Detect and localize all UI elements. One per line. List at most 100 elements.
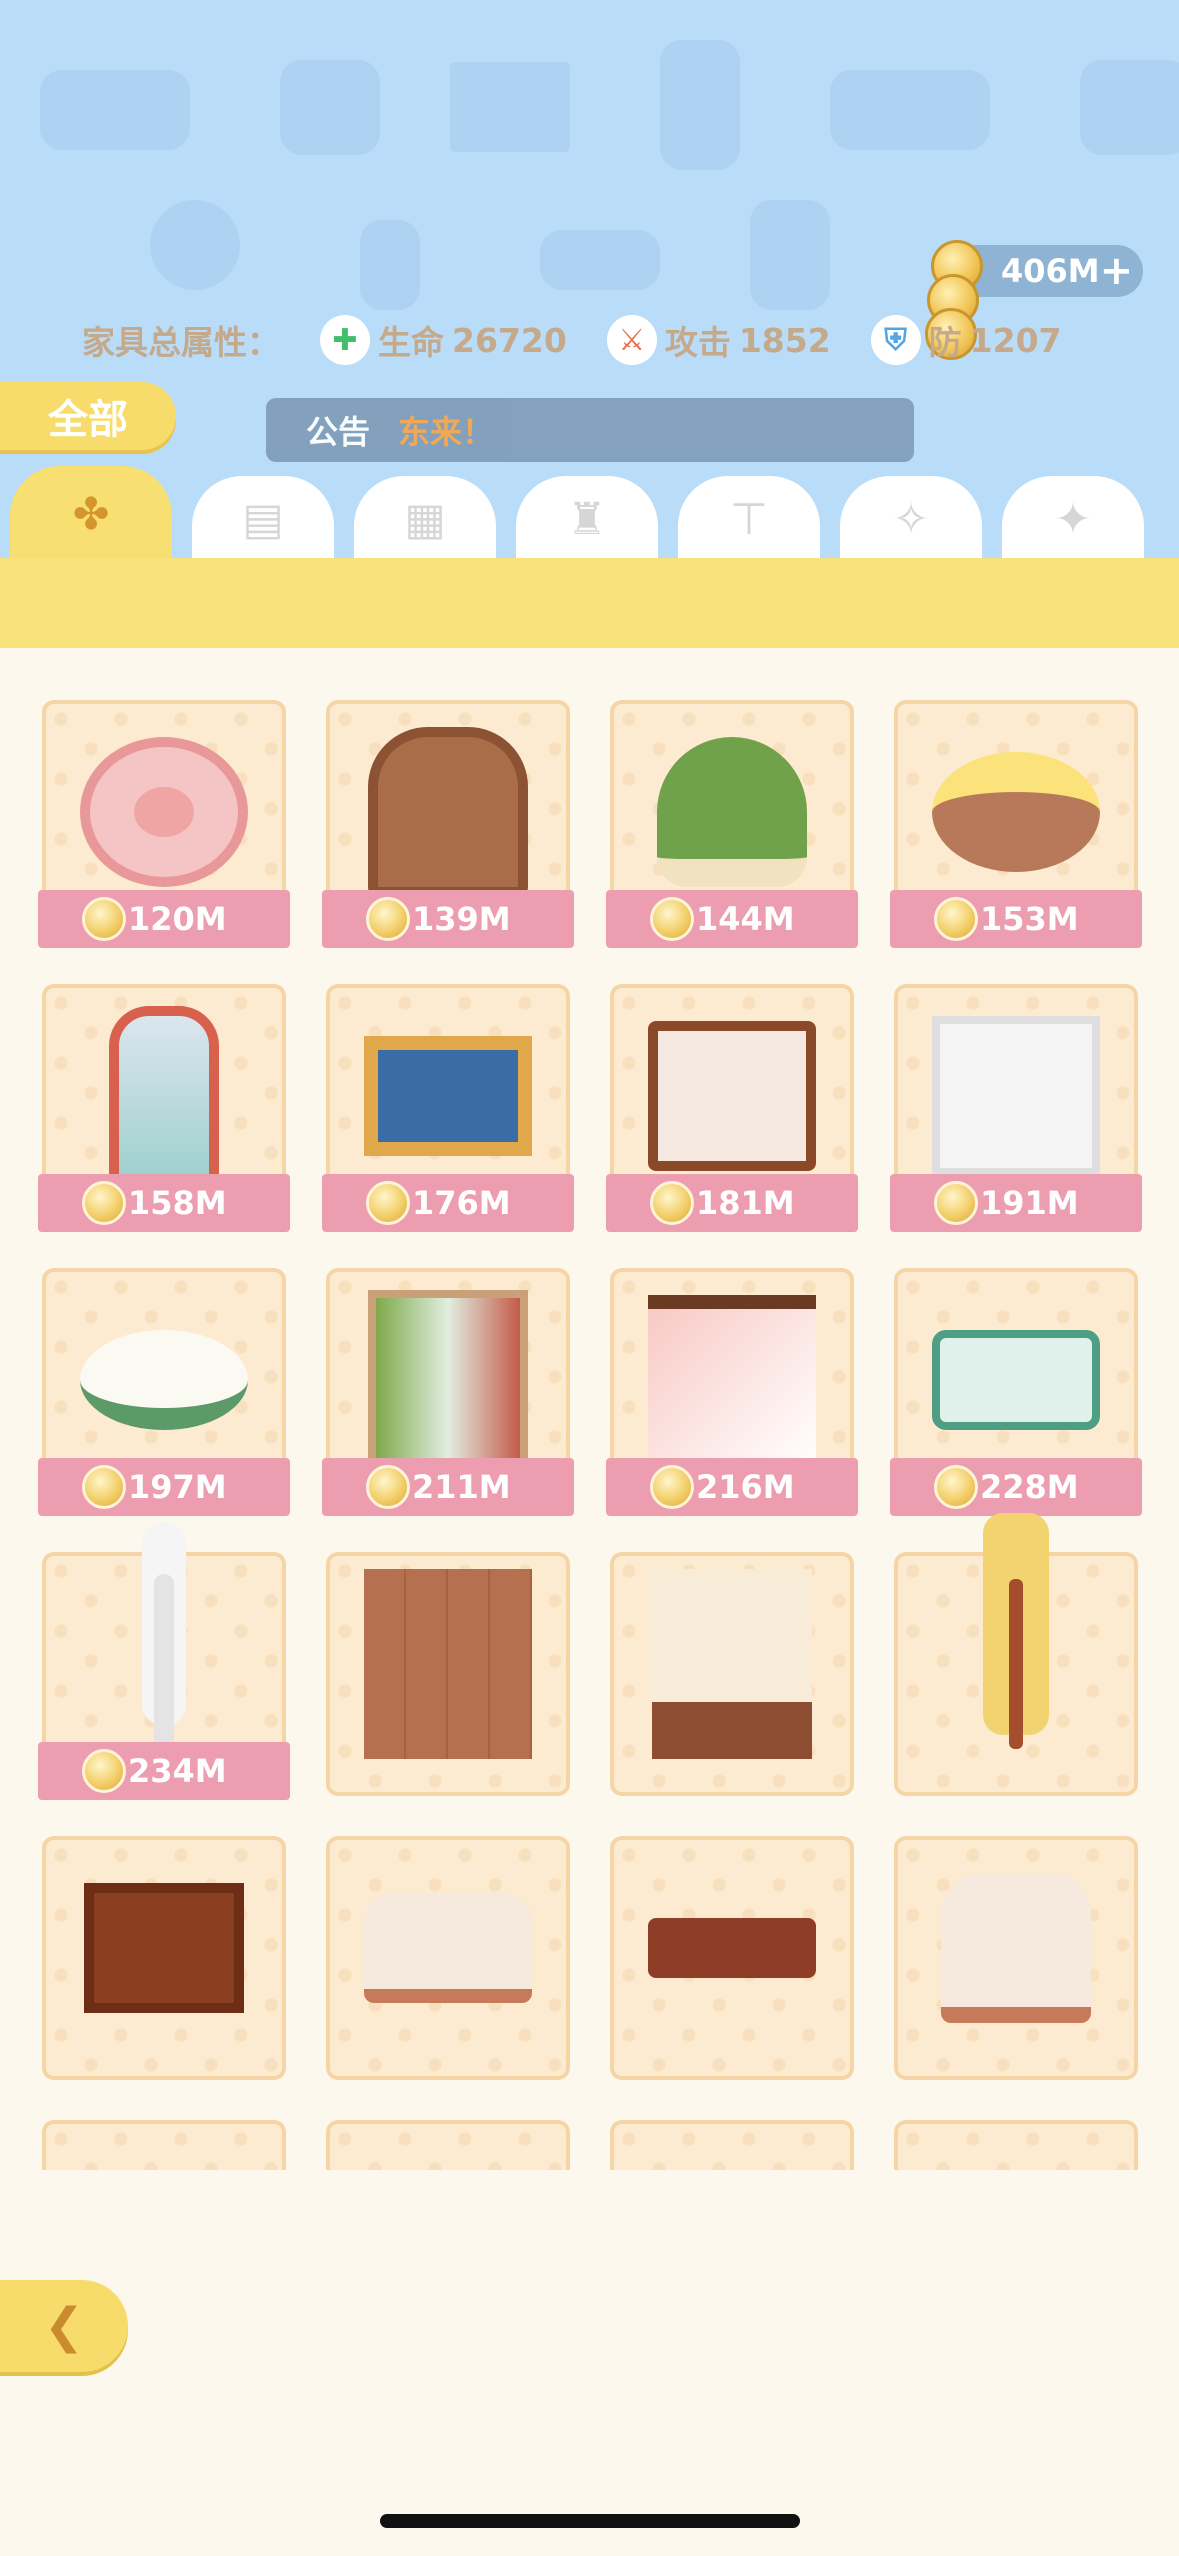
furniture-card[interactable] bbox=[890, 2120, 1142, 2170]
bg-table-silhouette bbox=[540, 230, 660, 290]
price-tag: 144M bbox=[606, 890, 858, 948]
coin-icon bbox=[366, 1465, 410, 1509]
bg-mirror-silhouette bbox=[660, 40, 740, 170]
price-value: 211M bbox=[412, 1468, 511, 1506]
furniture-image bbox=[364, 727, 532, 897]
furniture-image bbox=[932, 1012, 1100, 1180]
bg-rocking-chair-silhouette bbox=[750, 200, 830, 310]
tab-floor[interactable]: ▦ bbox=[354, 476, 496, 560]
furniture-card[interactable]: 211M bbox=[322, 1268, 574, 1522]
furniture-card[interactable]: 216M bbox=[606, 1268, 858, 1522]
back-arrow-icon: ❮ bbox=[43, 2298, 85, 2354]
furniture-card[interactable]: 120M bbox=[38, 700, 290, 954]
lamp-icon: ♜ bbox=[567, 493, 607, 545]
furniture-card[interactable] bbox=[38, 2120, 290, 2170]
back-button[interactable]: ❮ bbox=[0, 2280, 128, 2372]
furniture-card[interactable] bbox=[38, 1836, 290, 2090]
price-tag: 216M bbox=[606, 1458, 858, 1516]
furniture-card[interactable]: 139M bbox=[322, 700, 574, 954]
price-value: 197M bbox=[128, 1468, 227, 1506]
window-art bbox=[932, 1016, 1100, 1176]
sofa-art bbox=[364, 1893, 532, 2003]
price-tag: 234M bbox=[38, 1742, 290, 1800]
price-value: 181M bbox=[696, 1184, 795, 1222]
attribute-defense-name: 防 bbox=[928, 323, 962, 362]
furniture-card[interactable]: 158M bbox=[38, 984, 290, 1238]
coin-icon bbox=[934, 1465, 978, 1509]
furniture-card[interactable] bbox=[606, 1552, 858, 1806]
bg-fan-silhouette bbox=[150, 200, 240, 290]
furniture-card[interactable] bbox=[890, 1836, 1142, 2090]
price-value: 216M bbox=[696, 1468, 795, 1506]
furniture-card[interactable]: 191M bbox=[890, 984, 1142, 1238]
furniture-card[interactable]: 234M bbox=[38, 1552, 290, 1806]
table-art bbox=[648, 1918, 816, 1978]
attributes-label: 家具总属性： bbox=[82, 323, 280, 362]
furniture-card[interactable]: 176M bbox=[322, 984, 574, 1238]
furniture-card[interactable]: 228M bbox=[890, 1268, 1142, 1522]
tab-special[interactable]: ✦ bbox=[1002, 476, 1144, 560]
stand-lamp-art bbox=[1009, 1579, 1023, 1749]
furniture-image bbox=[80, 1864, 248, 2032]
price-value: 144M bbox=[696, 900, 795, 938]
furniture-image bbox=[648, 1012, 816, 1180]
attribute-hp-name: 生命 bbox=[378, 323, 444, 362]
tab-table[interactable]: ⊤ bbox=[678, 476, 820, 560]
lamp-art bbox=[154, 1574, 174, 1754]
tab-content-band bbox=[0, 558, 1179, 648]
furniture-image bbox=[648, 1569, 816, 1759]
furniture-image bbox=[932, 2148, 1100, 2170]
bg-sofa-silhouette bbox=[830, 70, 990, 150]
furniture-attributes: 家具总属性： ✚ 生命 26720 ⚔ 攻击 1852 ⛨ 防 1207 bbox=[82, 310, 1062, 370]
filter-all-button[interactable]: 全部 bbox=[0, 382, 176, 450]
furniture-card[interactable]: 197M bbox=[38, 1268, 290, 1522]
tab-all[interactable]: ✤ bbox=[10, 466, 172, 560]
price-tag: 228M bbox=[890, 1458, 1142, 1516]
price-value: 139M bbox=[412, 900, 511, 938]
furniture-image bbox=[648, 1864, 816, 2032]
tab-wallpaper[interactable]: ▤ bbox=[192, 476, 334, 560]
fireplace-art bbox=[84, 1883, 244, 2013]
category-tabs: ✤ ▤ ▦ ♜ ⊤ ✧ ✦ bbox=[10, 466, 1144, 560]
coin-icon bbox=[934, 1181, 978, 1225]
furniture-card[interactable] bbox=[606, 1836, 858, 2090]
bg-lamp-silhouette bbox=[360, 220, 420, 310]
furniture-card[interactable] bbox=[322, 1836, 574, 2090]
furniture-image bbox=[932, 728, 1100, 896]
notice-message: 东来！ bbox=[398, 413, 495, 451]
clover-icon: ✤ bbox=[72, 488, 110, 540]
furniture-image bbox=[932, 1579, 1100, 1749]
furniture-card[interactable] bbox=[322, 2120, 574, 2170]
furniture-card[interactable] bbox=[322, 1552, 574, 1806]
coin-icon bbox=[650, 1465, 694, 1509]
coin-icon bbox=[650, 1181, 694, 1225]
bg-frame-silhouette bbox=[450, 62, 570, 152]
header-banner: 406M + 家具总属性： ✚ 生命 26720 ⚔ 攻击 1852 ⛨ 防 1… bbox=[0, 0, 1179, 560]
furniture-image bbox=[648, 728, 816, 896]
price-tag: 181M bbox=[606, 1174, 858, 1232]
price-value: 158M bbox=[128, 1184, 227, 1222]
sparkle-icon: ✦ bbox=[1054, 493, 1092, 545]
coin-icon bbox=[82, 897, 126, 941]
sword-icon: ⚔ bbox=[606, 315, 657, 365]
wallpaper-icon: ▤ bbox=[242, 493, 284, 545]
furniture-card[interactable]: 181M bbox=[606, 984, 858, 1238]
tab-lamp[interactable]: ♜ bbox=[516, 476, 658, 560]
furniture-grid-scroll[interactable]: 120M 139M 144M 153M 158M 176M 181M 191M 197M 211M… bbox=[0, 690, 1179, 2170]
furniture-card[interactable]: 153M bbox=[890, 700, 1142, 954]
bed-round-art bbox=[932, 752, 1100, 872]
furniture-image bbox=[932, 1296, 1100, 1464]
cushion-art bbox=[80, 1330, 248, 1430]
furniture-image bbox=[364, 1012, 532, 1180]
price-value: 120M bbox=[128, 900, 227, 938]
furniture-card[interactable] bbox=[606, 2120, 858, 2170]
price-value: 228M bbox=[980, 1468, 1079, 1506]
furniture-card[interactable]: 144M bbox=[606, 700, 858, 954]
kimono-art bbox=[648, 1295, 816, 1465]
add-currency-button[interactable]: + bbox=[1100, 251, 1134, 291]
furniture-card[interactable] bbox=[890, 1552, 1142, 1806]
price-value: 176M bbox=[412, 1184, 511, 1222]
furniture-image bbox=[364, 1864, 532, 2032]
tab-decoration[interactable]: ✧ bbox=[840, 476, 982, 560]
table-icon: ⊤ bbox=[729, 493, 769, 545]
